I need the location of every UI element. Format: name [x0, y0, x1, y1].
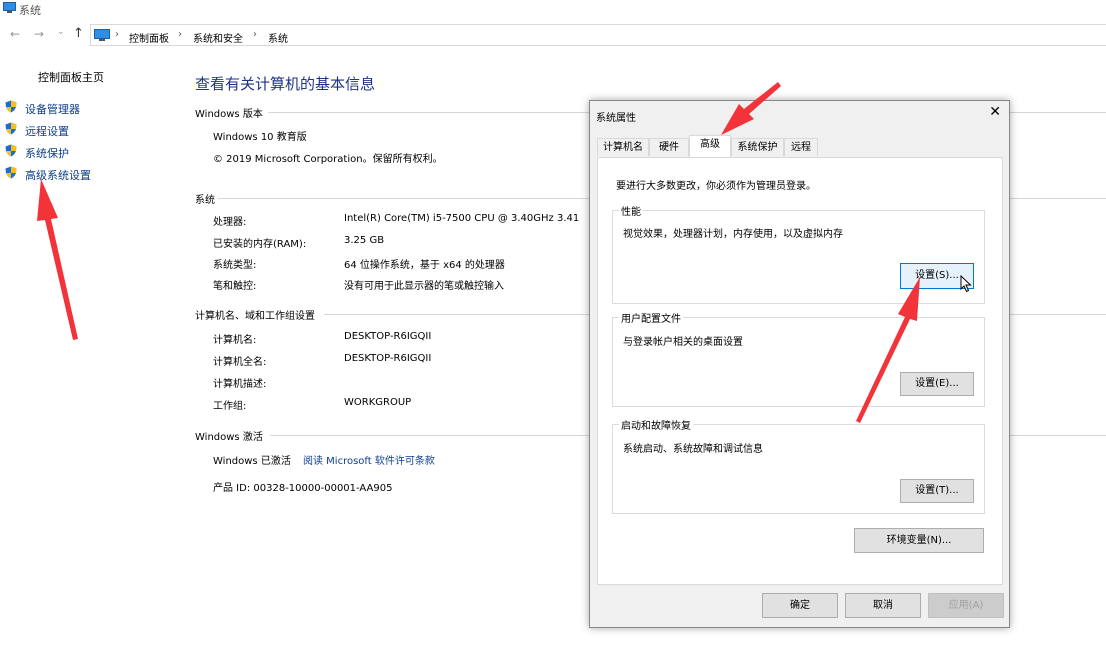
section-heading-system: 系统 — [195, 195, 215, 206]
performance-description: 视觉效果，处理器计划，内存使用，以及虚拟内存 — [623, 229, 843, 240]
sidebar-item-system-protection[interactable]: 系统保护 — [25, 145, 69, 161]
sidebar-item-advanced-system-settings[interactable]: 高级系统设置 — [25, 167, 91, 183]
tab-advanced[interactable]: 高级 — [689, 135, 731, 157]
user-profiles-settings-button[interactable]: 设置(E)... — [900, 372, 974, 396]
ram-label: 已安装的内存(RAM): — [213, 239, 307, 250]
computer-name-label: 计算机名: — [213, 335, 257, 346]
startup-recovery-settings-button[interactable]: 设置(T)... — [900, 479, 974, 503]
address-bar[interactable]: › 控制面板 › 系统和安全 › 系统 — [90, 24, 1106, 46]
annotation-arrow — [37, 179, 78, 340]
admin-note: 要进行大多数更改，你必须作为管理员登录。 — [616, 181, 816, 192]
copyright-text: © 2019 Microsoft Corporation。保留所有权利。 — [213, 154, 443, 165]
startup-recovery-group: 启动和故障恢复 系统启动、系统故障和调试信息 设置(T)... — [612, 417, 985, 514]
tab-system-protection[interactable]: 系统保护 — [731, 138, 784, 156]
user-profiles-group-label: 用户配置文件 — [619, 310, 683, 325]
pen-touch-value: 没有可用于此显示器的笔或触控输入 — [344, 281, 504, 292]
performance-group: 性能 视觉效果，处理器计划，内存使用，以及虚拟内存 设置(S)... — [612, 203, 985, 304]
shield-icon — [5, 100, 17, 113]
section-heading-activation: Windows 激活 — [195, 432, 263, 443]
processor-label: 处理器: — [213, 217, 247, 228]
section-heading-edition: Windows 版本 — [195, 109, 263, 120]
tab-computer-name[interactable]: 计算机名 — [597, 138, 649, 156]
startup-recovery-description: 系统启动、系统故障和调试信息 — [623, 444, 763, 455]
activation-status: Windows 已激活 — [213, 456, 291, 467]
ok-button[interactable]: 确定 — [762, 593, 838, 618]
user-profiles-group: 用户配置文件 与登录帐户相关的桌面设置 设置(E)... — [612, 310, 985, 407]
breadcrumb-system-security[interactable]: 系统和安全 — [193, 30, 243, 45]
close-icon[interactable]: ✕ — [989, 104, 1001, 120]
license-terms-link[interactable]: 阅读 Microsoft 软件许可条款 — [303, 452, 435, 467]
page-title: 查看有关计算机的基本信息 — [195, 75, 376, 93]
window-title: 系统 — [19, 4, 41, 17]
chevron-right-icon: › — [253, 29, 257, 40]
performance-group-label: 性能 — [619, 203, 643, 218]
shield-icon — [5, 122, 17, 135]
full-computer-name-label: 计算机全名: — [213, 357, 267, 368]
sidebar-item-device-manager[interactable]: 设备管理器 — [25, 101, 80, 117]
tab-hardware[interactable]: 硬件 — [649, 138, 689, 156]
processor-value: Intel(R) Core(TM) i5-7500 CPU @ 3.40GHz … — [344, 213, 580, 224]
full-computer-name-value: DESKTOP-R6IGQII — [344, 353, 432, 364]
product-id: 产品 ID: 00328-10000-00001-AA905 — [213, 483, 393, 494]
chevron-right-icon: › — [178, 29, 182, 40]
startup-recovery-group-label: 启动和故障恢复 — [619, 417, 693, 432]
back-arrow-icon[interactable]: ← — [10, 27, 20, 41]
tab-remote[interactable]: 远程 — [784, 138, 818, 156]
computer-description-label: 计算机描述: — [213, 379, 267, 390]
shield-icon — [5, 166, 17, 179]
computer-icon — [94, 29, 110, 41]
advanced-tab-panel: 要进行大多数更改，你必须作为管理员登录。 性能 视觉效果，处理器计划，内存使用，… — [597, 157, 1003, 585]
shield-icon — [5, 144, 17, 157]
sidebar-item-remote-settings[interactable]: 远程设置 — [25, 123, 69, 139]
computer-name-value: DESKTOP-R6IGQII — [344, 331, 432, 342]
cursor-icon — [960, 275, 972, 293]
workgroup-label: 工作组: — [213, 401, 247, 412]
chevron-right-icon: › — [115, 29, 119, 40]
system-properties-dialog: 系统属性 ✕ 计算机名 硬件 高级 系统保护 远程 要进行大多数更改，你必须作为… — [589, 100, 1010, 628]
computer-icon — [3, 2, 16, 13]
breadcrumb-system[interactable]: 系统 — [268, 30, 288, 45]
window-titlebar: 系统 — [0, 0, 1106, 18]
cancel-button[interactable]: 取消 — [845, 593, 921, 618]
recent-dropdown-icon[interactable]: ⌄ — [57, 27, 65, 37]
up-arrow-icon[interactable]: ↑ — [73, 26, 84, 41]
system-type-value: 64 位操作系统，基于 x64 的处理器 — [344, 260, 505, 271]
section-heading-computer-name: 计算机名、域和工作组设置 — [195, 311, 315, 322]
control-panel-home-link[interactable]: 控制面板主页 — [38, 69, 104, 85]
dialog-title: 系统属性 — [596, 113, 636, 124]
ram-value: 3.25 GB — [344, 235, 385, 246]
workgroup-value: WORKGROUP — [344, 397, 412, 408]
edition-name: Windows 10 教育版 — [213, 132, 307, 143]
system-type-label: 系统类型: — [213, 260, 257, 271]
forward-arrow-icon[interactable]: → — [34, 27, 44, 41]
breadcrumb-control-panel[interactable]: 控制面板 — [129, 30, 169, 45]
user-profiles-description: 与登录帐户相关的桌面设置 — [623, 337, 743, 348]
pen-touch-label: 笔和触控: — [213, 281, 257, 292]
environment-variables-button[interactable]: 环境变量(N)... — [854, 528, 984, 553]
apply-button[interactable]: 应用(A) — [928, 593, 1004, 618]
